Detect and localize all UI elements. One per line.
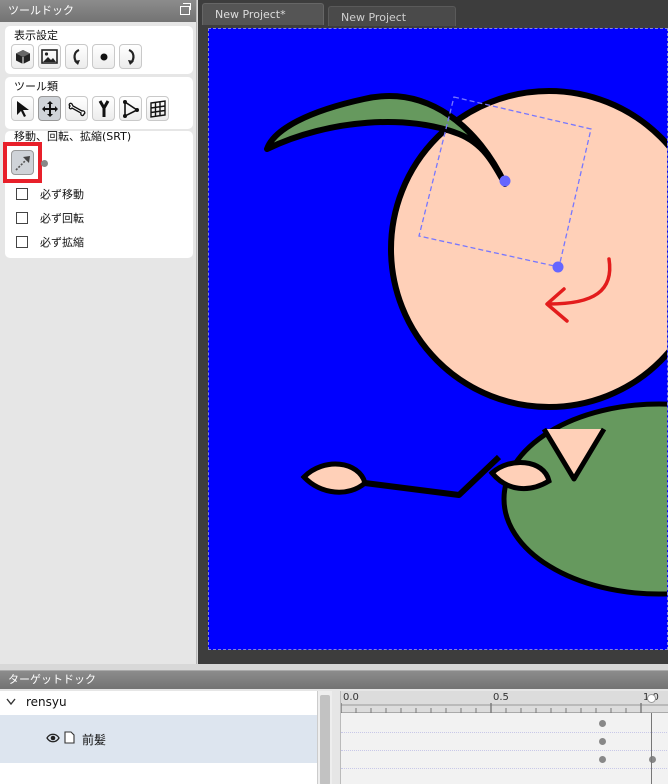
display-settings-label: 表示設定 xyxy=(14,29,58,42)
timeline-ruler[interactable]: 0.0 0.5 1.0 xyxy=(341,691,668,713)
tab-new-project-modified[interactable]: New Project* xyxy=(202,3,324,25)
scrollbar-thumb[interactable] xyxy=(320,695,330,784)
highlight-box xyxy=(3,142,42,183)
pointer-arrow-icon[interactable] xyxy=(11,96,34,121)
tool-dock-title-bar: ツールドック xyxy=(0,0,196,22)
box-3d-icon[interactable] xyxy=(11,44,34,69)
timeline-row xyxy=(341,715,668,733)
tree-scrollbar[interactable] xyxy=(317,691,332,784)
layer-tree: rensyu 前髪 手→ xyxy=(0,691,317,784)
checkbox-must-rotate[interactable] xyxy=(16,212,28,224)
mesh-grid-icon[interactable] xyxy=(146,96,169,121)
ruler-ticks xyxy=(341,703,668,713)
tools-buttons xyxy=(11,96,169,121)
playhead-line xyxy=(651,713,652,784)
rotate-left-icon[interactable] xyxy=(65,44,88,69)
app-window: ツールドック 表示設定 ツール類 移動、回転、拡縮(SRT) 必ず移動 必ず回転… xyxy=(0,0,668,784)
eye-icon[interactable] xyxy=(46,732,64,746)
keyframe[interactable] xyxy=(599,756,606,763)
option-must-rotate[interactable]: 必ず回転 xyxy=(16,210,84,226)
option-must-scale-label: 必ず拡縮 xyxy=(40,236,84,249)
timeline[interactable]: 0.0 0.5 1.0 xyxy=(340,691,668,784)
timeline-row xyxy=(341,751,668,769)
tab-new-project[interactable]: New Project xyxy=(328,6,456,26)
target-dock: ターゲットドック rensyu 前髪 0.0 0.5 xyxy=(0,670,668,784)
dot-icon[interactable] xyxy=(92,44,115,69)
move-cross-icon[interactable] xyxy=(38,96,61,121)
target-dock-title: ターゲットドック xyxy=(8,673,96,686)
bone-icon[interactable] xyxy=(65,96,88,121)
canvas-area: New Project* New Project xyxy=(198,0,668,664)
tool-dock: ツールドック 表示設定 ツール類 移動、回転、拡縮(SRT) 必ず移動 必ず回転… xyxy=(0,0,197,664)
file-icon xyxy=(64,731,82,747)
drawing-canvas[interactable] xyxy=(208,28,668,650)
tree-item-label: 前髪 xyxy=(82,732,107,747)
option-must-scale[interactable]: 必ず拡縮 xyxy=(16,234,84,250)
checkbox-must-move[interactable] xyxy=(16,188,28,200)
arm-line xyxy=(348,454,502,498)
tree-root-label: rensyu xyxy=(26,695,67,709)
target-dock-title-bar: ターゲットドック xyxy=(0,671,668,689)
chevron-down-icon[interactable] xyxy=(6,695,20,709)
tools-label: ツール類 xyxy=(14,80,58,93)
keyframe[interactable] xyxy=(599,720,606,727)
tree-item-bangs[interactable]: 前髪 xyxy=(0,715,317,763)
hand-right xyxy=(488,460,552,492)
head-circle xyxy=(388,88,667,410)
option-must-rotate-label: 必ず回転 xyxy=(40,212,84,225)
float-window-icon[interactable] xyxy=(180,3,191,15)
keyframe[interactable] xyxy=(599,738,606,745)
rotate-right-icon[interactable] xyxy=(119,44,142,69)
image-icon[interactable] xyxy=(38,44,61,69)
display-settings-buttons xyxy=(11,44,142,69)
checkbox-must-scale[interactable] xyxy=(16,236,28,248)
playhead-handle[interactable] xyxy=(647,694,656,703)
pivot-handle-top[interactable] xyxy=(499,175,511,187)
tree-root-row[interactable]: rensyu xyxy=(0,691,317,713)
timeline-row xyxy=(341,733,668,751)
polygon-vertex-icon[interactable] xyxy=(119,96,142,121)
bone-branch-icon[interactable] xyxy=(92,96,115,121)
option-must-move[interactable]: 必ず移動 xyxy=(16,186,84,202)
option-must-move-label: 必ず移動 xyxy=(40,188,84,201)
hand-left xyxy=(300,461,368,495)
pivot-handle-bottom[interactable] xyxy=(552,261,564,273)
srt-dot-icon[interactable] xyxy=(41,160,48,167)
character-illustration xyxy=(264,88,667,597)
tool-dock-title: ツールドック xyxy=(8,4,74,17)
